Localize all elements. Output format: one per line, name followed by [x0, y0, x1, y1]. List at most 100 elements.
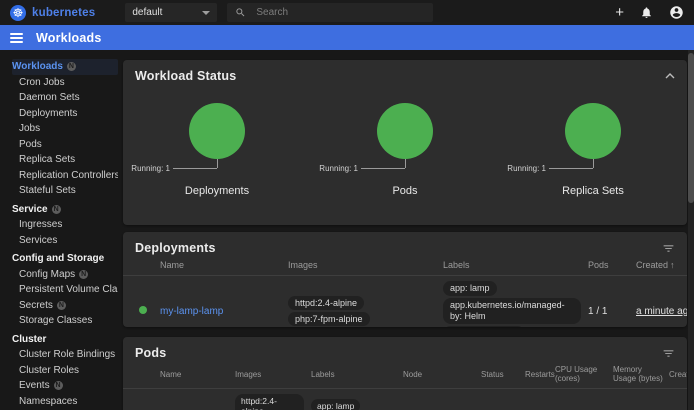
sidebar-item-cluster[interactable]: Cluster	[12, 332, 118, 348]
main-panel: Workload Status Running: 1 Deployments	[118, 50, 694, 410]
labels-cell: app: lamp app.kubernetes.io/managed-by: …	[441, 276, 586, 327]
sidebar-item-label: Config Maps	[19, 269, 75, 280]
workload-chart-replica-sets: Running: 1 Replica Sets	[499, 89, 687, 197]
pie-chart-replica-sets	[565, 103, 621, 159]
sidebar-item-config-and-storage[interactable]: Config and Storage	[12, 251, 118, 267]
column-status	[133, 371, 158, 379]
menu-button[interactable]	[10, 33, 23, 43]
sidebar-item-label: Stateful Sets	[19, 185, 76, 196]
column-name[interactable]: Name	[158, 367, 233, 384]
sidebar-item-cron-jobs[interactable]: Cron Jobs	[12, 75, 118, 91]
column-node[interactable]: Node	[401, 367, 479, 384]
chart-legend: Running: 1	[311, 159, 499, 176]
column-memory[interactable]: Memory Usage (bytes)	[611, 362, 667, 388]
sidebar-item-label: Namespaces	[19, 396, 77, 407]
page-title: Workloads	[36, 31, 101, 45]
sidebar-item-deployments[interactable]: Deployments	[12, 106, 118, 122]
scrollbar[interactable]	[688, 50, 694, 410]
sidebar-item-replication-controllers[interactable]: Replication Controllers	[12, 168, 118, 184]
column-labels[interactable]: Labels	[441, 257, 586, 275]
deployment-name-link[interactable]: my-lamp-lamp	[160, 306, 223, 317]
scrollbar-thumb[interactable]	[688, 53, 694, 203]
pods-table-header: Name Images Labels Node Status Restarts …	[123, 362, 687, 389]
sidebar-item-persistent-volume-claims[interactable]: Persistent Volume ClaimsN	[12, 282, 118, 298]
deployment-row: my-lamp-lamp httpd:2.4-alpinephp:7-fpm-a…	[123, 276, 687, 327]
filter-icon[interactable]	[662, 347, 675, 360]
sidebar-item-secrets[interactable]: SecretsN	[12, 298, 118, 314]
column-pods[interactable]: Pods	[586, 257, 634, 275]
sidebar-item-label: Workloads	[12, 61, 63, 72]
sidebar-item-label: Replica Sets	[19, 154, 75, 165]
column-labels[interactable]: Labels	[309, 367, 401, 384]
sidebar-item-replica-sets[interactable]: Replica Sets	[12, 152, 118, 168]
image-chip: httpd:2.4-alpine	[288, 296, 364, 310]
card-title: Workload Status	[135, 69, 236, 83]
sidebar-item-label: Events	[19, 380, 50, 391]
sidebar-item-label: Deployments	[19, 108, 77, 119]
account-circle-icon	[669, 5, 684, 20]
label-chip: chart: lamp-1.1.5	[443, 326, 525, 327]
column-restarts[interactable]: Restarts	[523, 367, 553, 384]
search-icon	[235, 7, 246, 18]
chart-legend: Running: 1	[123, 159, 311, 176]
create-resource-button[interactable]: +	[615, 5, 624, 20]
column-images[interactable]: Images	[233, 367, 309, 384]
sidebar-item-namespaces[interactable]: Namespaces	[12, 394, 118, 410]
card-title: Pods	[135, 346, 166, 360]
workload-charts: Running: 1 Deployments Running: 1 Pods	[123, 89, 687, 197]
sidebar-item-label: Persistent Volume Claims	[19, 284, 118, 295]
namespace-selector[interactable]: default	[125, 3, 217, 22]
sidebar-item-jobs[interactable]: Jobs	[12, 121, 118, 137]
status-ok-icon	[139, 306, 147, 314]
chevron-down-icon	[202, 11, 210, 15]
sidebar-item-storage-classes[interactable]: Storage Classes	[12, 313, 118, 329]
search-box[interactable]	[227, 3, 433, 22]
legend-label: Running: 1	[319, 164, 358, 173]
sidebar-item-services[interactable]: Services	[12, 233, 118, 249]
status-cell	[133, 302, 158, 321]
sidebar-item-cluster-role-bindings[interactable]: Cluster Role Bindings	[12, 347, 118, 363]
bell-icon	[640, 6, 653, 19]
card-title: Deployments	[135, 241, 216, 255]
sidebar-item-pods[interactable]: Pods	[12, 137, 118, 153]
sidebar-item-daemon-sets[interactable]: Daemon Sets	[12, 90, 118, 106]
sidebar-item-events[interactable]: EventsN	[12, 378, 118, 394]
legend-label: Running: 1	[507, 164, 546, 173]
column-created[interactable]: Created↑	[634, 257, 677, 275]
app-bar: Workloads	[0, 25, 694, 50]
sidebar-item-config-maps[interactable]: Config Maps N	[12, 267, 118, 283]
notifications-button[interactable]	[640, 6, 653, 19]
sidebar-item-ingresses[interactable]: Ingresses	[12, 217, 118, 233]
namespaced-badge-icon: N	[79, 270, 88, 279]
sidebar-item-label: Daemon Sets	[19, 92, 80, 103]
collapse-card-button[interactable]	[665, 73, 675, 79]
helm-wheel-glyph: ☸	[13, 5, 24, 21]
column-cpu[interactable]: CPU Usage (cores)	[553, 362, 611, 388]
brand-wordmark[interactable]: kubernetes	[32, 7, 95, 19]
chart-title: Pods	[392, 185, 417, 197]
sidebar-nav: WorkloadsNCron JobsDaemon SetsDeployment…	[0, 50, 118, 410]
pie-chart-pods	[377, 103, 433, 159]
column-images[interactable]: Images	[286, 257, 441, 275]
node-cell: lke55127-86393-622f8d09399a	[401, 405, 479, 410]
namespaced-badge-icon: N	[52, 205, 61, 214]
pod-row: my-lamp-lamp-5fd985cf68-jwvz4 httpd:2.4-…	[123, 389, 687, 410]
sidebar-item-service[interactable]: ServiceN	[12, 202, 118, 218]
sidebar-item-cluster-roles[interactable]: Cluster Roles	[12, 363, 118, 379]
kubernetes-logo-icon[interactable]: ☸	[10, 5, 26, 21]
sidebar-item-stateful-sets[interactable]: Stateful Sets	[12, 183, 118, 199]
search-input[interactable]	[254, 6, 398, 19]
namespace-value: default	[132, 7, 162, 18]
workload-chart-deployments: Running: 1 Deployments	[123, 89, 311, 197]
pods-card: Pods Name Images Labels Node Status Rest…	[123, 337, 687, 410]
filter-icon[interactable]	[662, 242, 675, 255]
created-cell: a minute ago	[636, 306, 687, 317]
sidebar-item-workloads[interactable]: WorkloadsN	[12, 59, 118, 75]
sidebar-item-label: Cron Jobs	[19, 77, 65, 88]
column-created[interactable]: Created↑	[667, 367, 687, 384]
column-status-text[interactable]: Status	[479, 367, 523, 384]
column-name[interactable]: Name	[158, 257, 286, 275]
sidebar-item-label: Jobs	[19, 123, 40, 134]
account-button[interactable]	[669, 5, 684, 20]
sidebar-item-label: Cluster Role Bindings	[19, 349, 115, 360]
